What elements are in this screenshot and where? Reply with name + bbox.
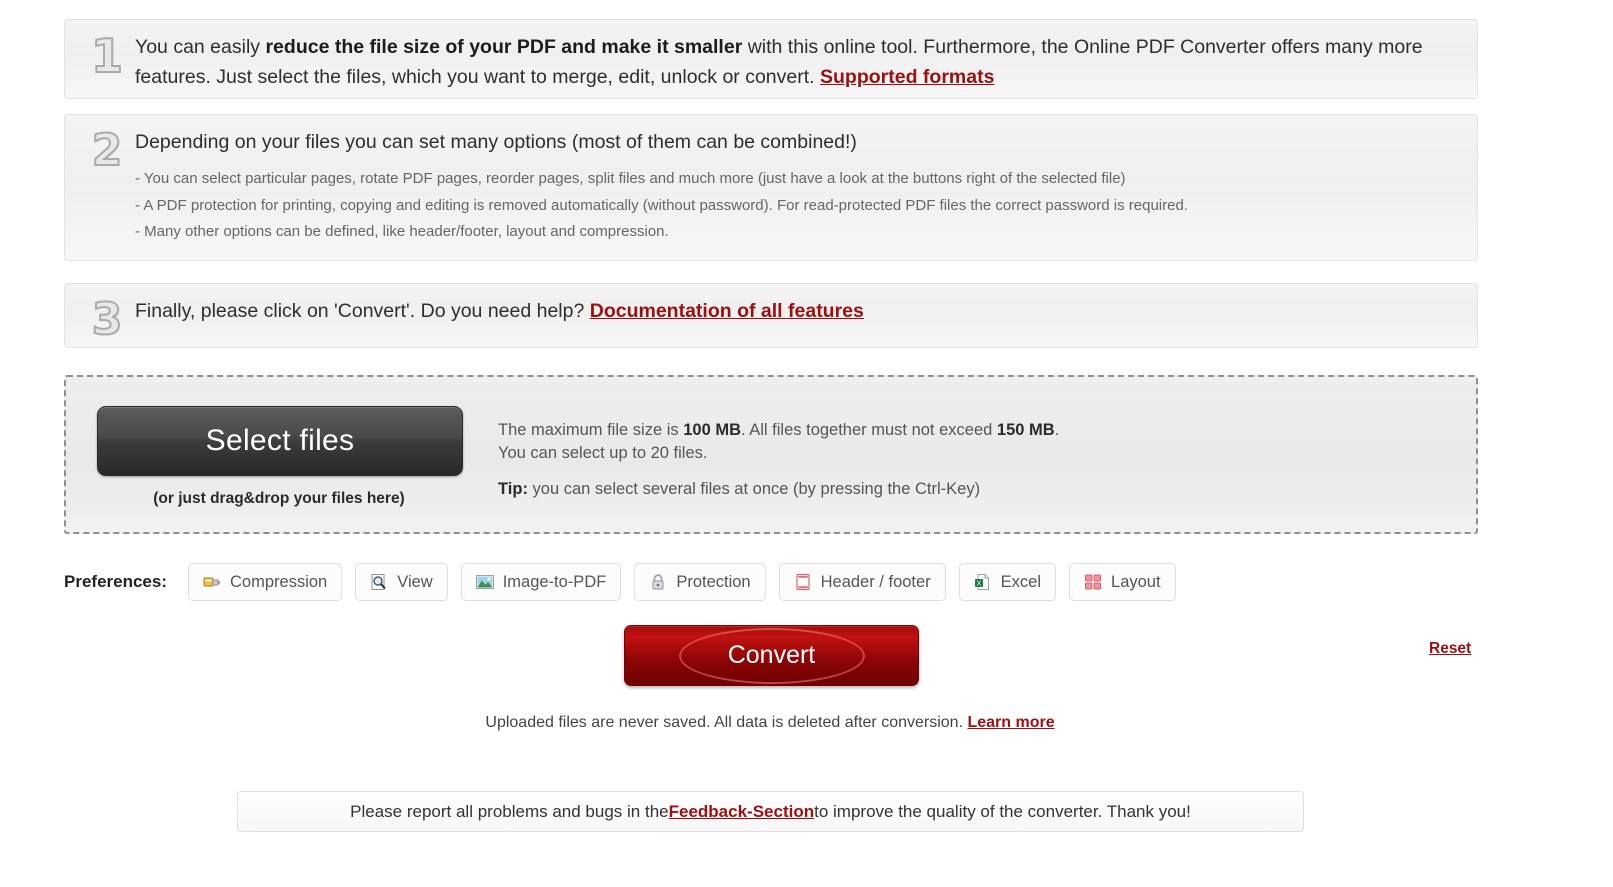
step-2-bullets: - You can select particular pages, rotat… (135, 166, 1461, 246)
convert-label: Convert (727, 641, 816, 669)
feedback-section-link[interactable]: Feedback-Section (669, 802, 815, 822)
pref-button-view[interactable]: View (355, 563, 448, 601)
step-number-2: 2 (91, 124, 124, 177)
pref-label-compression: Compression (230, 572, 328, 591)
list-item: - Many other options can be defined, lik… (135, 223, 669, 240)
pref-button-protection[interactable]: Protection (634, 563, 766, 601)
list-item: - A PDF protection for printing, copying… (135, 196, 1188, 214)
pref-button-layout[interactable]: Layout (1069, 563, 1176, 601)
file-dropzone[interactable]: Select files (or just drag&drop your fil… (64, 375, 1478, 534)
limits-part-1: The maximum file size is (498, 421, 684, 439)
feedback-text-after: to improve the quality of the converter.… (814, 801, 1191, 821)
image-icon (475, 573, 494, 591)
pdf-converter-page: 1 You can easily reduce the file size of… (0, 0, 1613, 887)
pref-label-layout: Layout (1111, 572, 1161, 591)
max-total-size-value: 150 MB (996, 421, 1055, 439)
pref-label-protection: Protection (676, 572, 751, 591)
file-limits-text: The maximum file size is 100 MB. All fil… (498, 419, 1059, 465)
pref-button-image-to-pdf[interactable]: Image-to-PDF (460, 563, 622, 601)
lock-icon (649, 573, 667, 591)
step-3-text: Finally, please click on 'Convert'. Do y… (135, 296, 1461, 326)
step-1-part-1: You can easily (135, 36, 266, 58)
limits-part-3: . (1054, 421, 1060, 439)
step-2-text: Depending on your files you can set many… (135, 131, 857, 153)
preferences-row: Preferences: Compression View Image-to-P… (64, 563, 1189, 601)
excel-icon: X (974, 573, 992, 591)
learn-more-link[interactable]: Learn more (967, 714, 1054, 731)
select-files-button[interactable]: Select files (97, 406, 463, 476)
tip-body: you can select several files at once (by… (527, 480, 981, 498)
privacy-text: Uploaded files are never saved. All data… (485, 714, 968, 731)
step-panel-2: 2 Depending on your files you can set ma… (64, 114, 1478, 261)
dragdrop-hint: (or just drag&drop your files here) (153, 490, 405, 507)
pref-button-excel[interactable]: X Excel (958, 563, 1057, 601)
step-1-text: You can easily reduce the file size of y… (135, 32, 1461, 92)
select-files-label: Select files (205, 424, 355, 457)
step-panel-1: 1 You can easily reduce the file size of… (64, 19, 1478, 99)
tip-label: Tip: (498, 480, 528, 498)
pref-button-header-footer[interactable]: Header / footer (778, 563, 946, 601)
convert-button[interactable]: Convert (624, 625, 919, 686)
step-1-part-2-bold: reduce the file size of your PDF and mak… (265, 36, 743, 58)
svg-text:X: X (976, 580, 981, 587)
max-files-text: You can select up to 20 files. (498, 444, 708, 462)
reset-link[interactable]: Reset (1429, 640, 1471, 658)
step-body-3: Finally, please click on 'Convert'. Do y… (135, 294, 1461, 326)
step-number-3: 3 (91, 293, 124, 346)
layout-grid-icon (1084, 573, 1102, 591)
pref-label-view: View (397, 572, 433, 591)
file-tip-text: Tip: you can select several files at onc… (498, 480, 980, 499)
step-number-1: 1 (90, 29, 124, 83)
max-file-size-value: 100 MB (683, 421, 741, 439)
documentation-link[interactable]: Documentation of all features (590, 300, 864, 322)
step-body-1: You can easily reduce the file size of y… (135, 30, 1461, 92)
magnifier-page-icon (370, 573, 388, 591)
step-body-2: Depending on your files you can set many… (135, 125, 1461, 246)
supported-formats-link[interactable]: Supported formats (820, 66, 994, 88)
step-3-part-1: Finally, please click on 'Convert'. Do y… (135, 300, 590, 322)
feedback-box: Please report all problems and bugs in t… (237, 791, 1304, 832)
pref-label-header-footer: Header / footer (820, 572, 931, 591)
list-item: - You can select particular pages, rotat… (135, 170, 1126, 187)
compression-icon (203, 573, 221, 591)
preferences-label: Preferences: (64, 572, 168, 591)
feedback-text-before: Please report all problems and bugs in t… (350, 801, 669, 821)
page-header-footer-icon (794, 573, 812, 591)
step-panel-3: 3 Finally, please click on 'Convert'. Do… (64, 283, 1478, 348)
pref-label-image-to-pdf: Image-to-PDF (502, 572, 607, 591)
limits-part-2: . All files together must not exceed (741, 421, 997, 439)
pref-label-excel: Excel (1000, 572, 1042, 591)
privacy-note: Uploaded files are never saved. All data… (0, 714, 1540, 732)
pref-button-compression[interactable]: Compression (188, 563, 343, 601)
